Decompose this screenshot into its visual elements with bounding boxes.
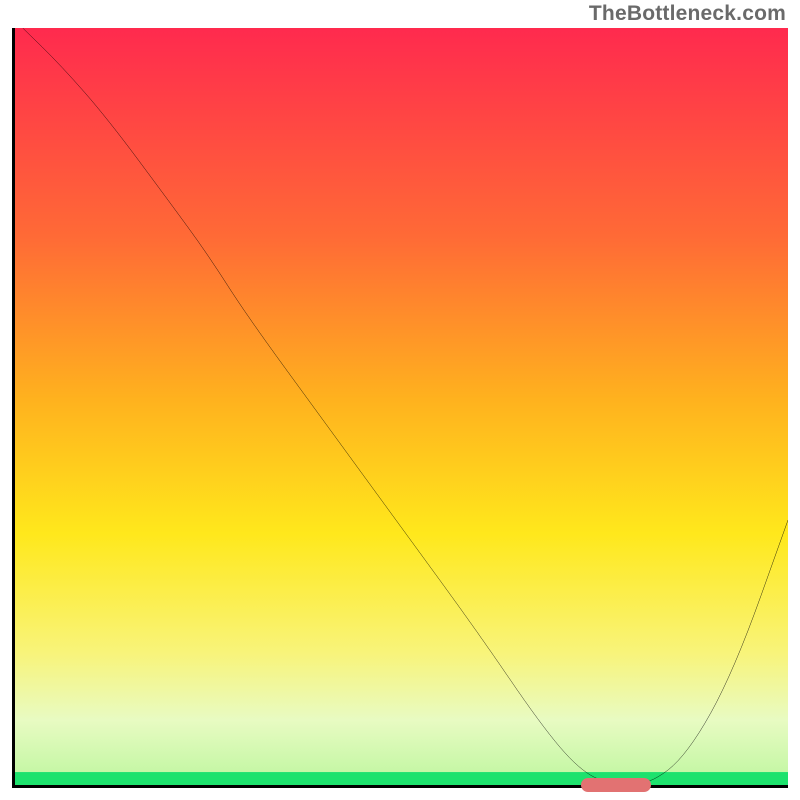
optimum-marker (581, 778, 651, 792)
watermark-text: TheBottleneck.com (589, 2, 786, 26)
chart-canvas: TheBottleneck.com (0, 0, 800, 800)
curve-layer (15, 28, 788, 785)
bottleneck-curve (23, 28, 788, 785)
plot-area (12, 28, 788, 788)
